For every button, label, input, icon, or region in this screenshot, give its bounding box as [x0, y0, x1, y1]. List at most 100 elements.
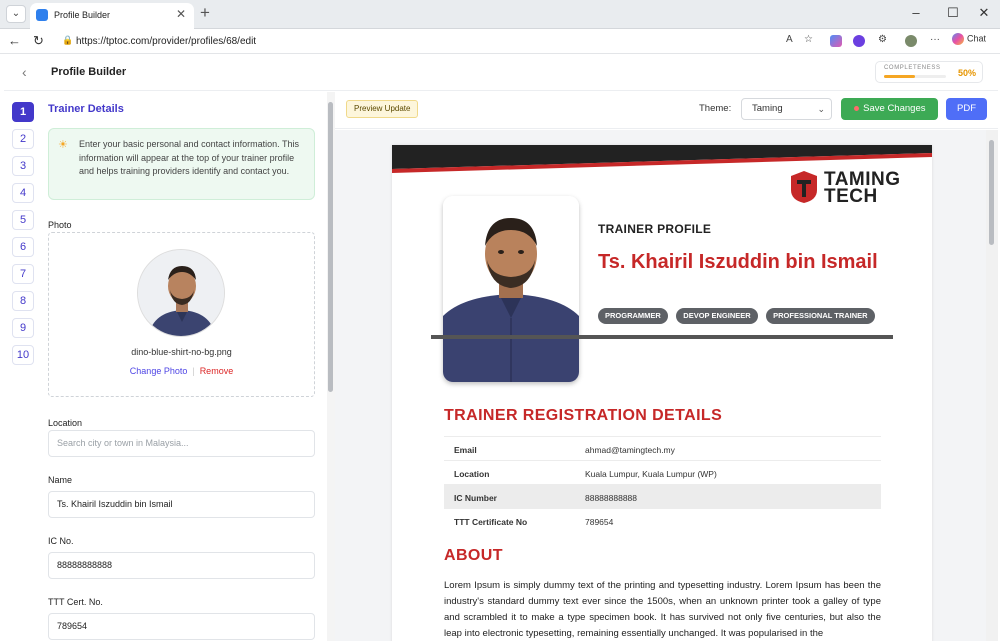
step-5[interactable]: 5 [12, 210, 34, 230]
tag-list: PROGRAMMER DEVOP ENGINEER PROFESSIONAL T… [598, 305, 879, 324]
ttt-input[interactable]: 789654 [48, 613, 315, 640]
step-nav: 1 2 3 4 5 6 7 8 9 10 [4, 92, 40, 641]
photo-actions: Change Photo | Remove [49, 366, 314, 376]
info-box: ☀ Enter your basic personal and contact … [48, 128, 315, 200]
step-1[interactable]: 1 [12, 102, 34, 122]
theme-value: Taming [752, 103, 783, 114]
name-label: Name [48, 475, 73, 485]
about-title: ABOUT [444, 547, 503, 564]
completeness-track [884, 75, 946, 78]
shield-logo-icon [791, 171, 817, 203]
step-3[interactable]: 3 [12, 156, 34, 176]
trainer-portrait [443, 196, 579, 382]
app-header: ‹ Profile Builder COMPLETENESS 50% [4, 55, 998, 91]
header-divider [431, 335, 893, 339]
ic-input[interactable]: 88888888888 [48, 552, 315, 579]
favorite-star-icon[interactable]: ☆ [804, 34, 813, 45]
theme-label: Theme: [699, 103, 732, 114]
extension-icon-2[interactable] [853, 35, 865, 47]
chat-button[interactable]: Chat [952, 33, 986, 45]
detail-key: Email [454, 445, 477, 455]
step-7[interactable]: 7 [12, 264, 34, 284]
trainer-profile-label: TRAINER PROFILE [598, 222, 712, 236]
maximize-icon[interactable]: ☐ [943, 5, 963, 21]
tab-close-icon[interactable]: ✕ [176, 7, 186, 21]
window-close-icon[interactable]: ✕ [974, 5, 994, 21]
detail-key: TTT Certificate No [454, 517, 528, 527]
reload-icon[interactable]: ↻ [33, 33, 44, 49]
profile-avatar-icon[interactable] [905, 35, 917, 47]
photo-upload-box[interactable]: dino-blue-shirt-no-bg.png Change Photo | R… [48, 232, 315, 397]
preview-update-badge[interactable]: Preview Update [346, 100, 419, 118]
step-2[interactable]: 2 [12, 129, 34, 149]
lightbulb-icon: ☀ [58, 139, 68, 151]
tab-list-chevron-icon[interactable]: ⌄ [6, 5, 26, 23]
read-aloud-icon[interactable]: A [786, 34, 793, 45]
address-bar: ← ↻ 🔒 https://tptoc.com/provider/profile… [0, 29, 1000, 54]
taming-tech-logo: TAMING TECH [787, 170, 917, 210]
location-search-input[interactable]: Search city or town in Malaysia... [48, 430, 315, 457]
url-text[interactable]: https://tptoc.com/provider/profiles/68/e… [76, 36, 256, 47]
unsaved-dot-icon [853, 105, 859, 111]
avatar-image [138, 250, 224, 336]
page-title: Profile Builder [51, 66, 127, 78]
completeness-value: 50% [957, 68, 976, 78]
trainer-name: Ts. Khairil Iszuddin bin Ismail [598, 251, 878, 273]
photo-actions-divider: | [192, 366, 195, 376]
new-tab-icon[interactable]: + [200, 3, 210, 23]
name-input[interactable]: Ts. Khairil Iszuddin bin Ismail [48, 491, 315, 518]
more-menu-icon[interactable]: ··· [930, 34, 940, 45]
change-photo-link[interactable]: Change Photo [130, 366, 188, 376]
step-9[interactable]: 9 [12, 318, 34, 338]
info-text: Enter your basic personal and contact in… [79, 139, 299, 176]
portrait-image [443, 196, 579, 382]
minimize-icon[interactable]: – [906, 5, 926, 20]
save-changes-label: Save Changes [863, 103, 926, 114]
ic-label: IC No. [48, 536, 74, 546]
about-text: Lorem Ipsum is simply dummy text of the … [444, 580, 881, 639]
logo-text: TAMING TECH [824, 170, 901, 206]
detail-key: IC Number [454, 493, 497, 503]
preview-scrollbar[interactable] [986, 130, 998, 641]
registration-title: TRAINER REGISTRATION DETAILS [444, 407, 723, 424]
table-row: Email ahmad@tamingtech.my [444, 436, 881, 460]
step-6[interactable]: 6 [12, 237, 34, 257]
chat-label: Chat [967, 33, 987, 44]
preview-scrollbar-thumb[interactable] [989, 140, 994, 245]
step-10[interactable]: 10 [12, 345, 34, 365]
detail-key: Location [454, 469, 490, 479]
table-row: IC Number 88888888888 [444, 484, 881, 508]
preview-area: TAMING TECH TRAINER PROFILE Ts. Khairil … [335, 130, 998, 641]
save-changes-button[interactable]: Save Changes [841, 98, 938, 120]
detail-value: Kuala Lumpur, Kuala Lumpur (WP) [585, 469, 717, 479]
location-label: Location [48, 418, 83, 428]
completeness-fill [884, 75, 915, 78]
extension-icon[interactable] [830, 35, 842, 47]
back-arrow-icon[interactable]: ← [8, 33, 21, 48]
photo-filename: dino-blue-shirt-no-bg.png [131, 347, 232, 357]
favicon-icon [36, 9, 48, 21]
step-4[interactable]: 4 [12, 183, 34, 203]
browser-tab[interactable]: Profile Builder ✕ [30, 3, 194, 29]
step-8[interactable]: 8 [12, 291, 34, 311]
detail-value: 789654 [585, 517, 614, 527]
profile-document: TAMING TECH TRAINER PROFILE Ts. Khairil … [392, 145, 932, 641]
remove-photo-link[interactable]: Remove [200, 366, 234, 376]
copilot-icon [952, 33, 964, 45]
pdf-button[interactable]: PDF [946, 98, 987, 120]
theme-select[interactable]: Taming ⌄ [741, 98, 832, 120]
tag-pill: PROFESSIONAL TRAINER [766, 308, 875, 324]
tag-pill: PROGRAMMER [598, 308, 668, 324]
details-table: Email ahmad@tamingtech.my Location Kuala… [444, 436, 881, 532]
tag-pill: DEVOP ENGINEER [676, 308, 758, 324]
extensions-puzzle-icon[interactable]: ⚙ [878, 34, 887, 45]
form-scrollbar[interactable] [327, 92, 335, 641]
completeness-card: COMPLETENESS 50% [875, 61, 983, 83]
avatar [137, 249, 225, 337]
form-scrollbar-thumb[interactable] [328, 102, 333, 392]
chevron-down-icon: ⌄ [817, 104, 825, 114]
ttt-label: TTT Cert. No. [48, 597, 103, 607]
back-chevron-icon[interactable]: ‹ [22, 64, 27, 80]
url-field[interactable]: 🔒 https://tptoc.com/provider/profiles/68… [54, 31, 824, 52]
browser-tab-bar: ⌄ Profile Builder ✕ + – ☐ ✕ [0, 0, 1000, 29]
